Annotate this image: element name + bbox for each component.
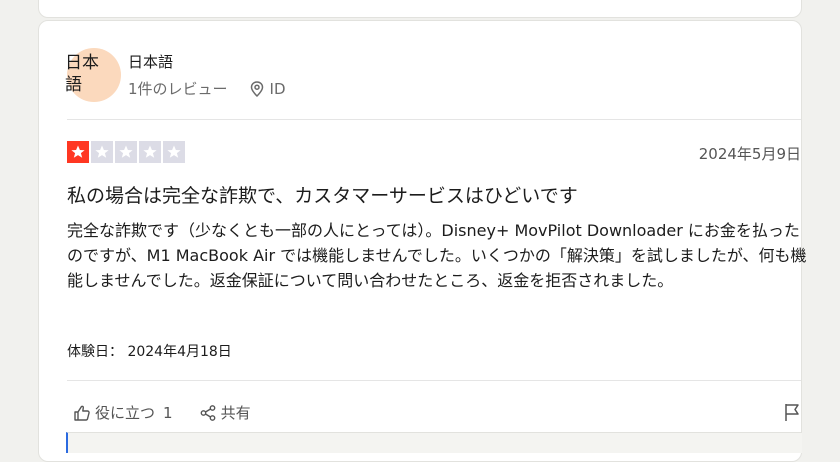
- next-review-card: [66, 432, 802, 453]
- star-rating: [67, 141, 185, 163]
- share-button[interactable]: 共有: [199, 402, 251, 423]
- divider: [67, 380, 801, 381]
- review-count: 1件のレビュー: [128, 80, 228, 98]
- review-card: 日本語 日本語 1件のレビュー ID 2024年5月9日 私の場合は完全な詐欺で…: [38, 20, 807, 462]
- avatar: 日本語: [65, 48, 121, 102]
- star-icon: [67, 141, 89, 163]
- experience-date-value: 2024年4月18日: [127, 344, 232, 360]
- review-body: 完全な詐欺です（少なくとも一部の人にとっては）。Disney+ MovPilot…: [67, 221, 807, 290]
- reviewer-location: ID: [269, 79, 286, 98]
- helpful-count: 1: [163, 403, 173, 422]
- star-icon: [139, 141, 161, 163]
- helpful-button[interactable]: 役に立つ 1: [73, 402, 173, 423]
- review-actions: 役に立つ 1 共有: [73, 402, 277, 423]
- pin-icon: [250, 80, 263, 97]
- reviewer-meta: 1件のレビュー ID: [128, 78, 286, 99]
- experience-date: 体験日： 2024年4月18日: [67, 341, 232, 361]
- star-icon: [163, 141, 185, 163]
- star-icon: [91, 141, 113, 163]
- share-label: 共有: [220, 404, 251, 422]
- flag-icon[interactable]: [783, 402, 801, 422]
- thumbs-up-icon: [74, 405, 90, 421]
- previous-review-card: [38, 0, 802, 18]
- experience-date-label: 体験日：: [67, 344, 123, 360]
- helpful-label: 役に立つ: [95, 404, 156, 422]
- share-icon: [200, 404, 215, 421]
- reviewer-name[interactable]: 日本語: [128, 51, 173, 72]
- divider: [67, 119, 801, 120]
- star-icon: [115, 141, 137, 163]
- review-date: 2024年5月9日: [698, 145, 801, 163]
- avatar-text: 日本語: [65, 53, 99, 95]
- review-title[interactable]: 私の場合は完全な詐欺で、カスタマーサービスはひどいです: [67, 181, 578, 208]
